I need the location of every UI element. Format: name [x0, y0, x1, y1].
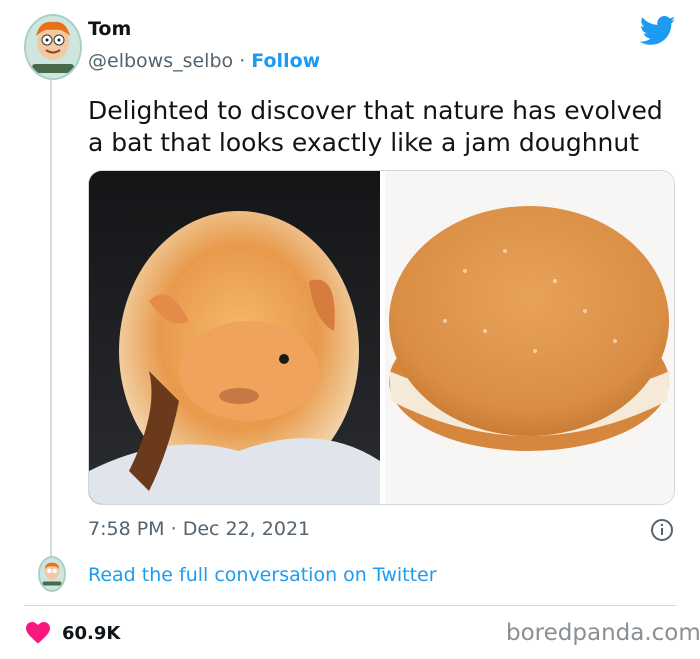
avatar-image	[26, 16, 80, 78]
doughnut-photo[interactable]	[385, 171, 674, 504]
watermark: boredpanda.com	[506, 620, 700, 646]
divider	[24, 605, 676, 606]
thread-line	[50, 80, 52, 560]
bat-photo[interactable]	[89, 171, 380, 504]
author-handle[interactable]: @elbows_selbo	[88, 50, 233, 72]
heart-icon[interactable]	[26, 622, 50, 644]
author-name[interactable]: Tom	[88, 18, 131, 40]
tweet-text-line2: a bat that looks exactly like a jam doug…	[88, 128, 640, 157]
tweet-text: Delighted to discover that nature has ev…	[88, 95, 688, 159]
follow-button[interactable]: Follow	[251, 50, 320, 72]
read-full-conversation-link[interactable]: Read the full conversation on Twitter	[88, 564, 437, 586]
info-icon[interactable]	[650, 518, 674, 542]
conversation-avatar[interactable]	[38, 556, 66, 592]
doughnut-image	[385, 171, 674, 504]
avatar-image	[40, 560, 64, 588]
handle-row: @elbows_selbo · Follow	[88, 50, 320, 72]
twitter-bird-icon[interactable]	[640, 16, 676, 46]
tweet-timestamp[interactable]: 7:58 PM · Dec 22, 2021	[88, 518, 310, 540]
tweet-media[interactable]	[88, 170, 675, 505]
separator-dot: ·	[170, 518, 177, 540]
separator-dot: ·	[239, 50, 246, 72]
tweet-time[interactable]: 7:58 PM	[88, 518, 165, 540]
tweet-text-line1: Delighted to discover that nature has ev…	[88, 96, 663, 125]
like-count[interactable]: 60.9K	[62, 623, 120, 644]
author-avatar[interactable]	[24, 14, 82, 80]
bat-image	[89, 171, 380, 504]
tweet-date[interactable]: Dec 22, 2021	[183, 518, 310, 540]
